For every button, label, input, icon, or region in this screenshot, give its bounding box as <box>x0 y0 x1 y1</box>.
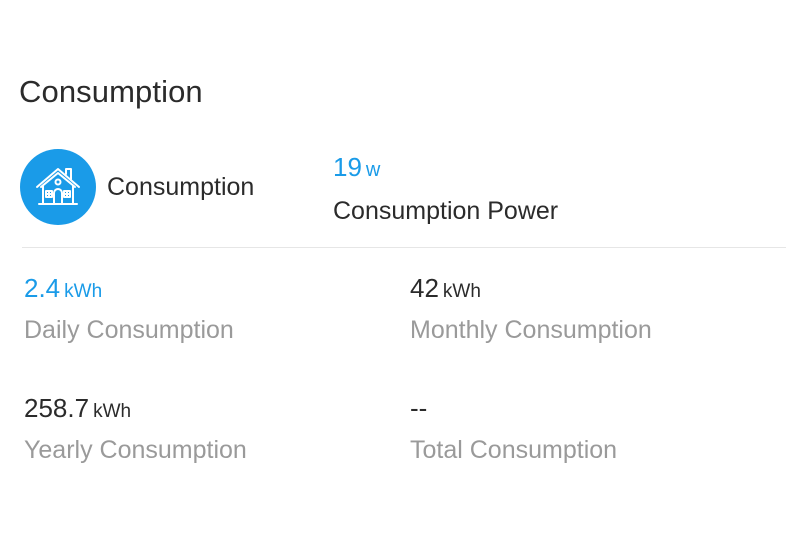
stat-value: 42 kWh <box>410 271 780 305</box>
consumption-page: Consumption Consumption 19 w Consumption… <box>0 0 810 550</box>
total-consumption-stat: -- Total Consumption <box>410 391 780 465</box>
power-number: 19 <box>333 152 362 182</box>
house-icon <box>36 168 80 205</box>
house-icon-badge <box>20 149 96 225</box>
yearly-consumption-stat: 258.7 kWh Yearly Consumption <box>24 391 394 465</box>
consumption-summary: Consumption 19 w Consumption Power <box>0 140 810 240</box>
section-title: Consumption <box>19 74 203 109</box>
stat-unit: kWh <box>93 401 132 422</box>
consumption-power-label: Consumption Power <box>333 197 559 225</box>
daily-consumption-stat: 2.4 kWh Daily Consumption <box>24 271 394 345</box>
power-unit: w <box>365 159 381 181</box>
stat-value: 2.4 kWh <box>24 271 394 305</box>
consumption-power-value: 19 w <box>333 152 380 183</box>
stat-label: Yearly Consumption <box>24 436 247 464</box>
monthly-consumption-stat: 42 kWh Monthly Consumption <box>410 271 780 345</box>
stat-value: 258.7 kWh <box>24 391 394 425</box>
stat-unit: kWh <box>64 281 103 302</box>
stat-number: 42 <box>410 273 439 303</box>
summary-label: Consumption <box>107 173 255 201</box>
stat-number: 258.7 <box>24 393 90 423</box>
divider <box>22 247 786 248</box>
stat-unit: kWh <box>442 281 481 302</box>
stat-label: Daily Consumption <box>24 316 234 344</box>
stat-number: 2.4 <box>24 273 61 303</box>
stat-label: Monthly Consumption <box>410 316 652 344</box>
stat-label: Total Consumption <box>410 436 618 464</box>
stat-value: -- <box>410 391 780 425</box>
stat-number: -- <box>410 393 428 423</box>
